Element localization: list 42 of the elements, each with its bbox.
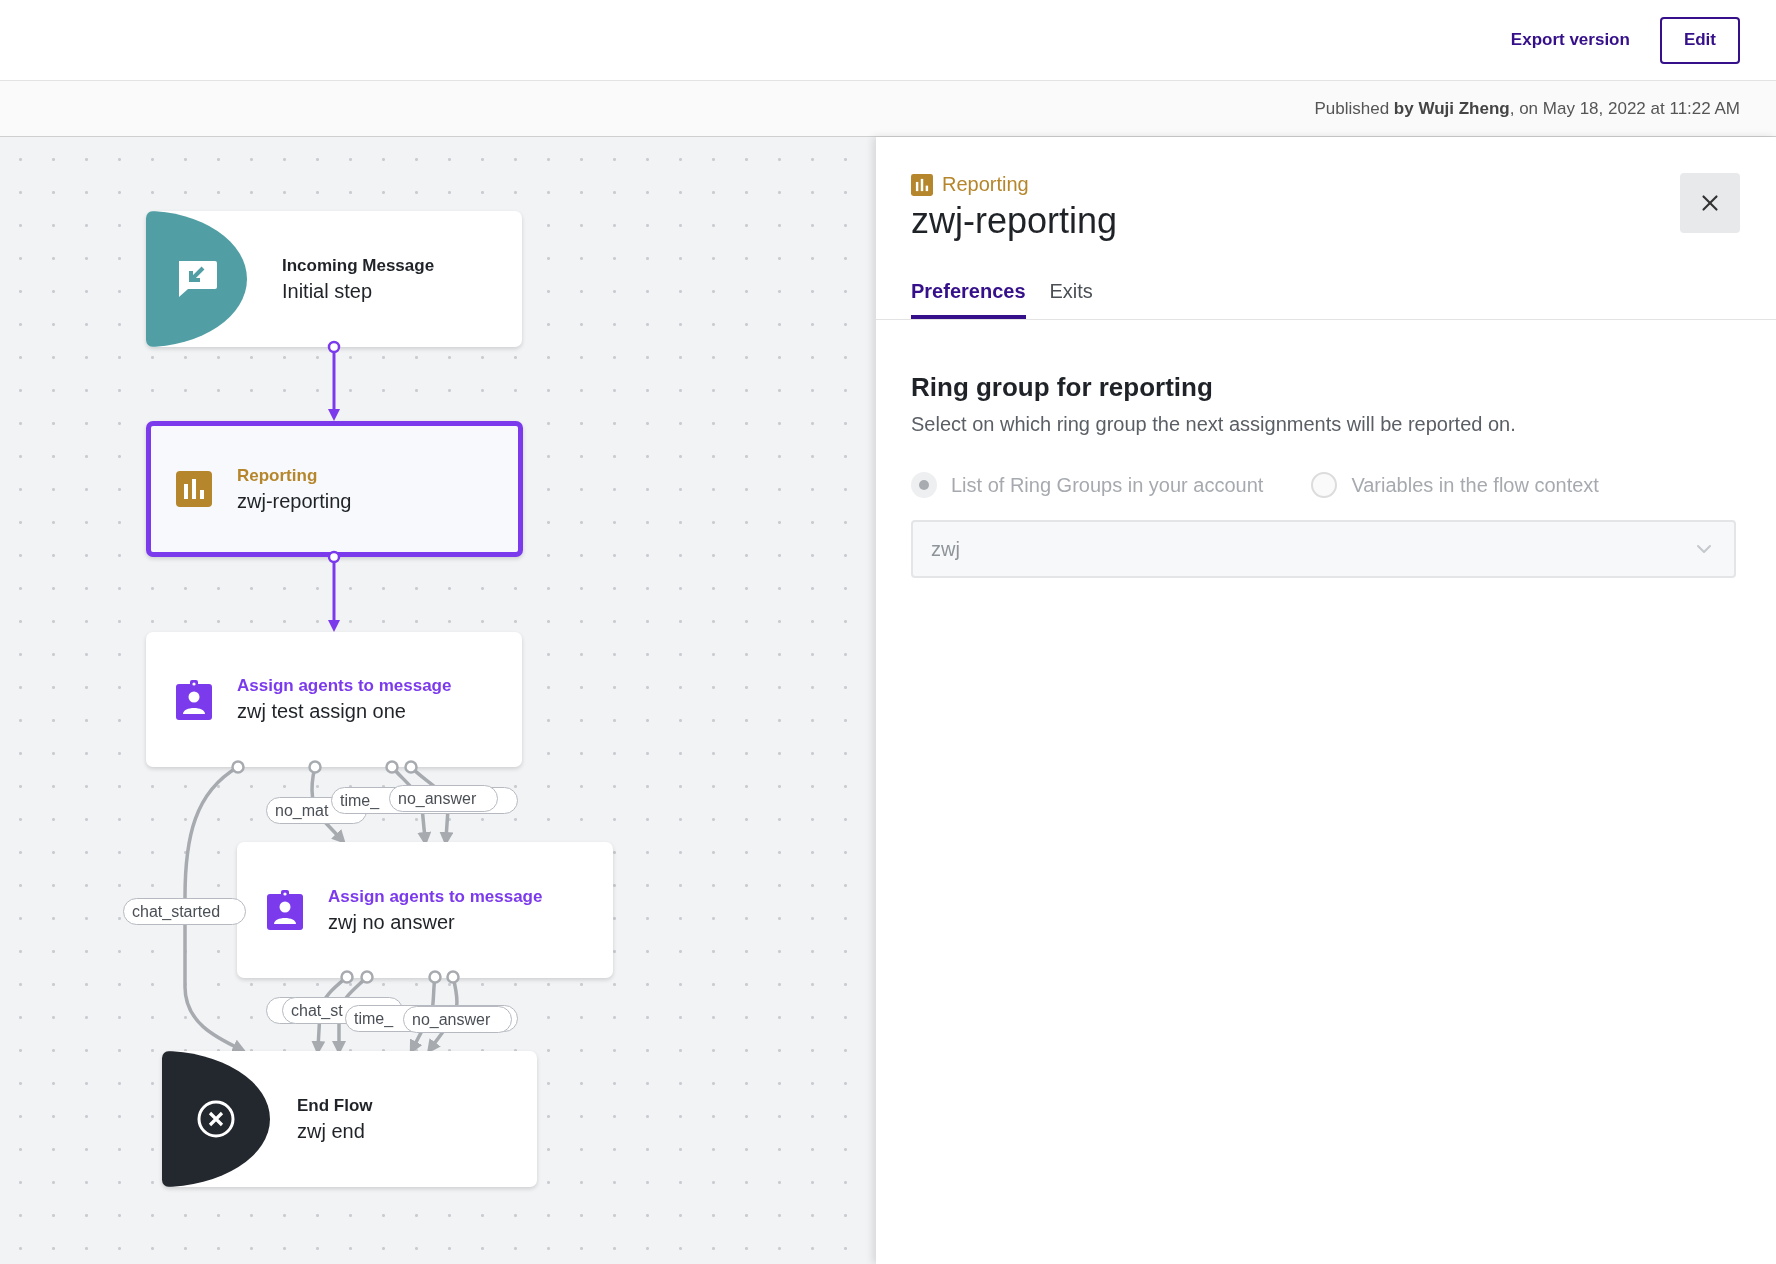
flow-node-card[interactable]: Assign agents to message zwj no answer (237, 842, 613, 978)
step-title: zwj-reporting (911, 200, 1118, 242)
edit-button[interactable]: Edit (1659, 16, 1740, 64)
node-name: zwj end (297, 1119, 366, 1143)
flow-node-card[interactable]: End Flow zwj end (162, 1051, 537, 1187)
connector-port[interactable] (327, 550, 341, 564)
connector-port[interactable] (327, 340, 341, 354)
panel-tab[interactable]: Preferences (911, 280, 1026, 319)
section-description: Select on which ring group the next assignments will be reported on. (911, 413, 1517, 436)
step-category: Reporting (942, 173, 1029, 196)
section-heading: Ring group for reporting (911, 372, 1214, 403)
person-badge-icon (176, 679, 212, 720)
node-type-label: Assign agents to message (237, 676, 452, 696)
bar-chart-icon (911, 173, 933, 196)
close-circle-icon (196, 1099, 236, 1139)
flow-node-card[interactable]: Reporting zwj-reporting (146, 421, 523, 557)
node-type-label: Reporting (237, 465, 319, 486)
bar-chart-icon (176, 471, 212, 507)
edge-label: no_answer (389, 785, 498, 812)
flow-node-card[interactable]: Incoming Message Initial step (146, 211, 522, 347)
radio-label: Variables in the flow context (1351, 473, 1599, 497)
edge-label: chat_started (123, 898, 246, 925)
node-name: Initial step (282, 279, 374, 303)
edge-label: no_answer (403, 1006, 512, 1033)
connector-port[interactable] (231, 760, 245, 774)
node-name: zwj-reporting (237, 489, 352, 513)
connector-port[interactable] (360, 970, 374, 984)
export-version-link[interactable]: Export version (1510, 30, 1630, 50)
close-button[interactable] (1680, 173, 1740, 233)
connector-arrow (328, 351, 340, 421)
flow-node-card[interactable]: Assign agents to message zwj test assign one (146, 632, 522, 767)
publish-info-text: Published by Wuji Zheng, on May 18, 2022 at 11:22 AM (1314, 98, 1740, 119)
connector-port[interactable] (340, 970, 354, 984)
panel-tab[interactable]: Exits (1049, 280, 1093, 319)
person-badge-icon (267, 890, 303, 930)
node-name: zwj test assign one (237, 700, 407, 723)
node-type-label: End Flow (297, 1095, 373, 1116)
node-name: zwj no answer (328, 910, 456, 934)
radio-label: List of Ring Groups in your account (951, 473, 1264, 497)
node-type-label: Incoming Message (282, 255, 435, 276)
connector-arrow (328, 561, 340, 632)
node-type-label: Assign agents to message (328, 886, 543, 907)
